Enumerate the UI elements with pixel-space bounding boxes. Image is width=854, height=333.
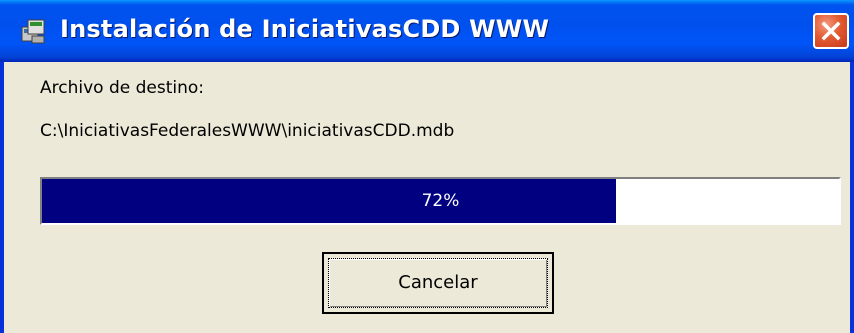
installer-dialog: Instalación de IniciativasCDD WWW Archiv… xyxy=(0,0,854,333)
close-button[interactable] xyxy=(813,13,849,49)
destination-label: Archivo de destino: xyxy=(40,78,205,98)
destination-path: C:\IniciativasFederalesWWW\iniciativasCD… xyxy=(40,121,455,141)
window-title: Instalación de IniciativasCDD WWW xyxy=(60,15,550,43)
close-icon xyxy=(821,21,841,41)
cancel-button-label: Cancelar xyxy=(398,272,478,293)
progress-bar: 72% xyxy=(40,177,841,225)
cancel-button[interactable]: Cancelar xyxy=(322,252,554,314)
installer-icon xyxy=(20,17,48,45)
title-bar[interactable]: Instalación de IniciativasCDD WWW xyxy=(0,0,854,62)
progress-percent: 72% xyxy=(421,191,460,211)
